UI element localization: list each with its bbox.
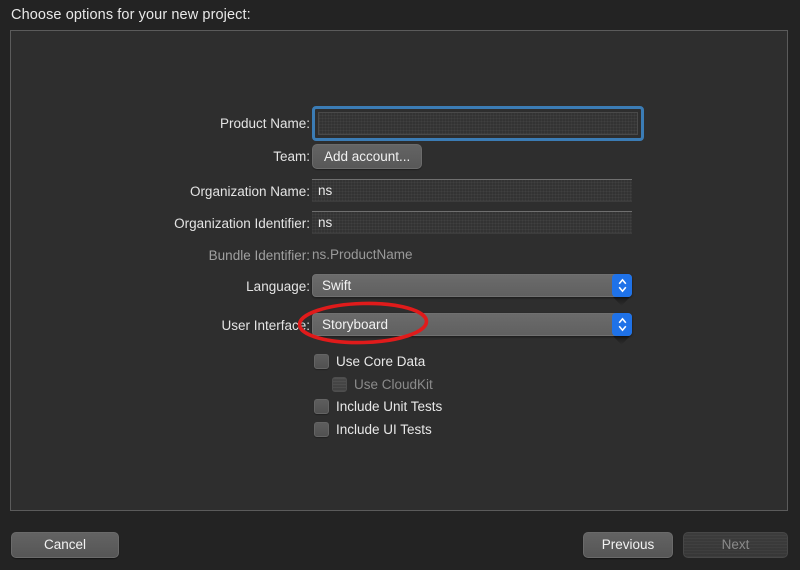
checkbox-row-include-ui-tests[interactable]: Include UI Tests (314, 419, 432, 439)
form-row-language: Language: Swift (11, 274, 787, 300)
form-row-organization-identifier: Organization Identifier: (11, 211, 787, 237)
next-button: Next (683, 532, 788, 558)
include-unit-tests-checkbox[interactable] (314, 399, 329, 414)
form-row-bundle-identifier: Bundle Identifier: ns.ProductName (11, 243, 787, 269)
use-cloudkit-label: Use CloudKit (354, 377, 433, 392)
chevron-up-down-icon[interactable] (612, 313, 632, 336)
popup-shadow (613, 297, 630, 306)
label-organization-name: Organization Name: (190, 179, 310, 205)
label-user-interface: User Interface: (221, 313, 310, 339)
include-ui-tests-checkbox[interactable] (314, 422, 329, 437)
use-cloudkit-checkbox (332, 377, 347, 392)
use-core-data-checkbox[interactable] (314, 354, 329, 369)
label-language: Language: (246, 274, 310, 300)
include-unit-tests-label: Include Unit Tests (336, 399, 442, 414)
organization-name-input[interactable] (312, 179, 632, 202)
label-team: Team: (273, 144, 310, 170)
form-row-organization-name: Organization Name: (11, 179, 787, 205)
label-organization-identifier: Organization Identifier: (174, 211, 310, 237)
language-popup-button[interactable]: Swift (312, 274, 632, 297)
options-panel: Product Name: Team: Add account... Organ… (10, 30, 788, 511)
organization-identifier-input[interactable] (312, 211, 632, 234)
user-interface-selected-value: Storyboard (322, 317, 388, 332)
checkbox-row-use-core-data[interactable]: Use Core Data (314, 351, 425, 371)
product-name-input[interactable] (318, 112, 638, 135)
label-bundle-identifier: Bundle Identifier: (209, 243, 310, 269)
use-core-data-label: Use Core Data (336, 354, 425, 369)
checkbox-row-include-unit-tests[interactable]: Include Unit Tests (314, 396, 442, 416)
bundle-identifier-value: ns.ProductName (312, 243, 413, 266)
include-ui-tests-label: Include UI Tests (336, 422, 432, 437)
form-row-user-interface: User Interface: Storyboard (11, 313, 787, 339)
form-row-product-name: Product Name: (11, 111, 787, 137)
page-title: Choose options for your new project: (11, 0, 251, 30)
chevron-up-down-icon[interactable] (612, 274, 632, 297)
popup-shadow (613, 336, 630, 345)
language-selected-value: Swift (322, 278, 351, 293)
form-row-team: Team: Add account... (11, 144, 787, 170)
checkbox-row-use-cloudkit: Use CloudKit (332, 374, 433, 394)
cancel-button[interactable]: Cancel (11, 532, 119, 558)
add-account-button[interactable]: Add account... (312, 144, 422, 169)
previous-button[interactable]: Previous (583, 532, 673, 558)
product-name-focus-ring (312, 106, 644, 141)
user-interface-popup-button[interactable]: Storyboard (312, 313, 632, 336)
label-product-name: Product Name: (220, 111, 310, 137)
